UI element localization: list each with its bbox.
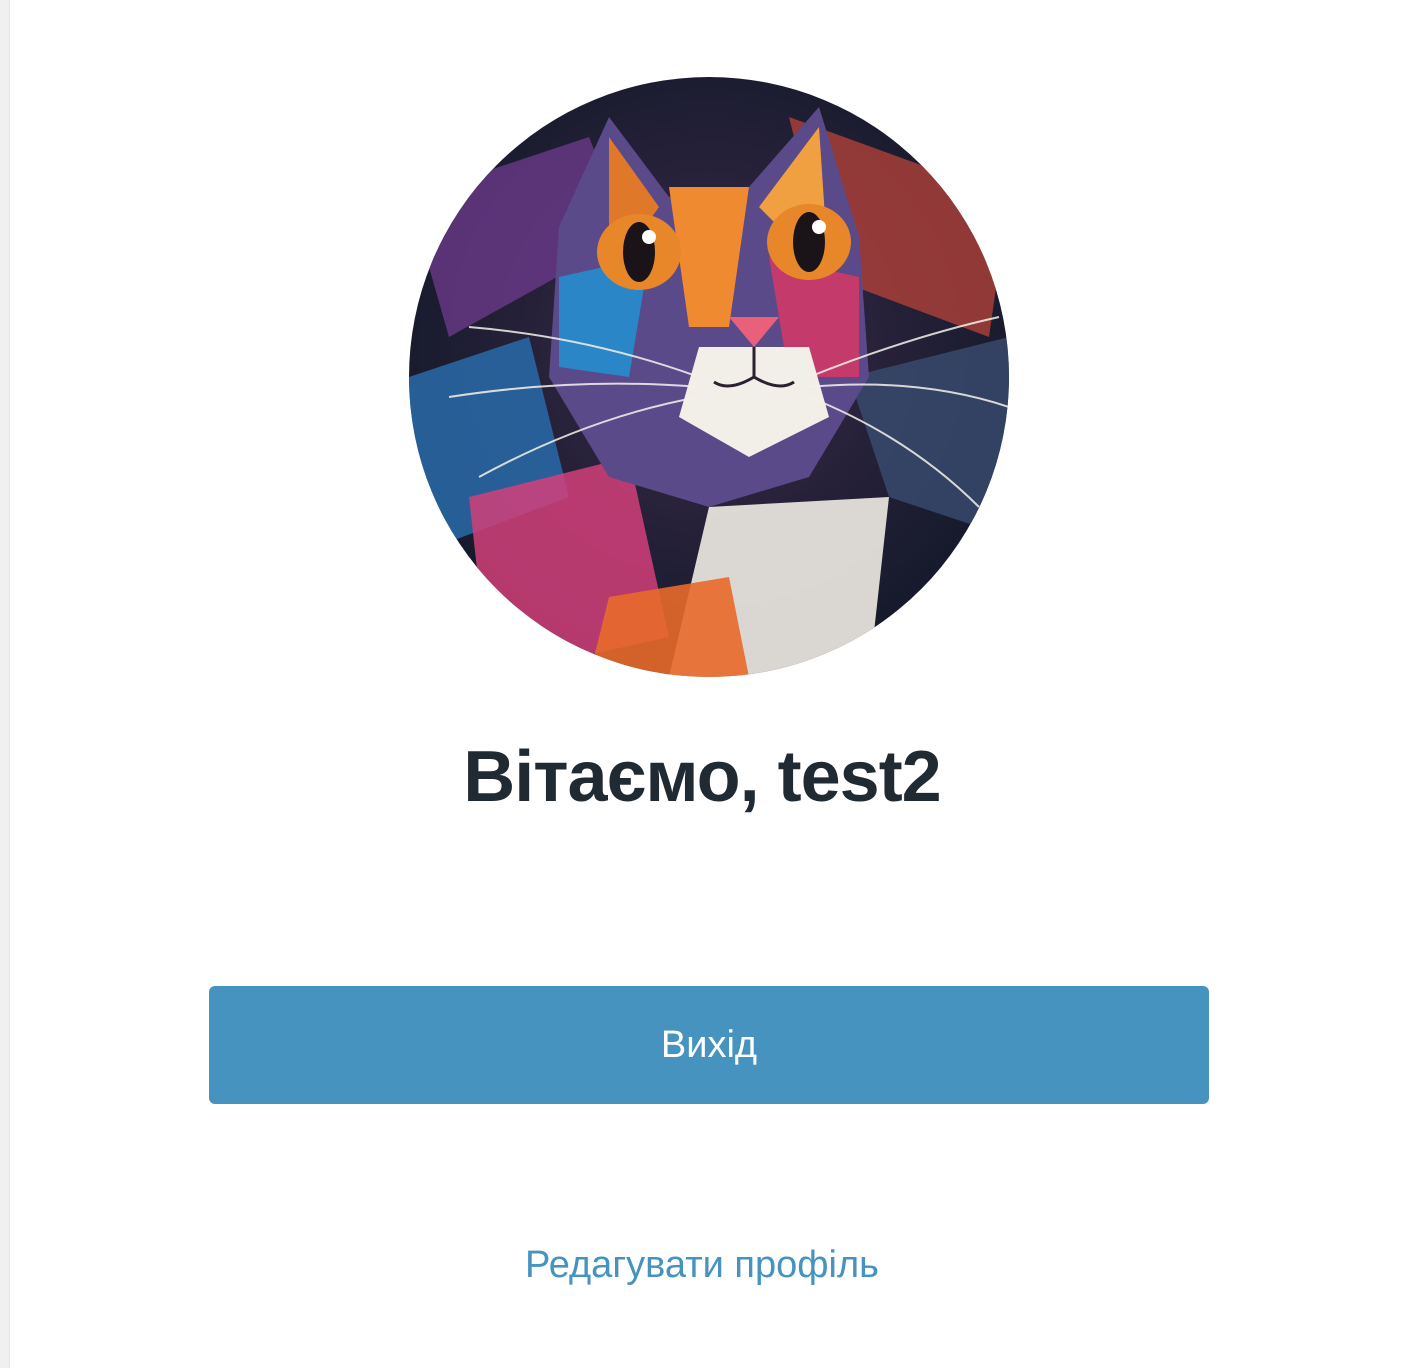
- welcome-heading: Вітаємо, test2: [463, 737, 941, 817]
- cat-portrait-icon: [409, 77, 1009, 677]
- edit-profile-link[interactable]: Редагувати профіль: [0, 1244, 1404, 1287]
- avatar: [409, 77, 1009, 677]
- left-edge-divider: [0, 0, 10, 1368]
- logout-button[interactable]: Вихід: [209, 986, 1209, 1104]
- profile-page: Вітаємо, test2 Вихід Редагувати профіль: [0, 0, 1404, 1368]
